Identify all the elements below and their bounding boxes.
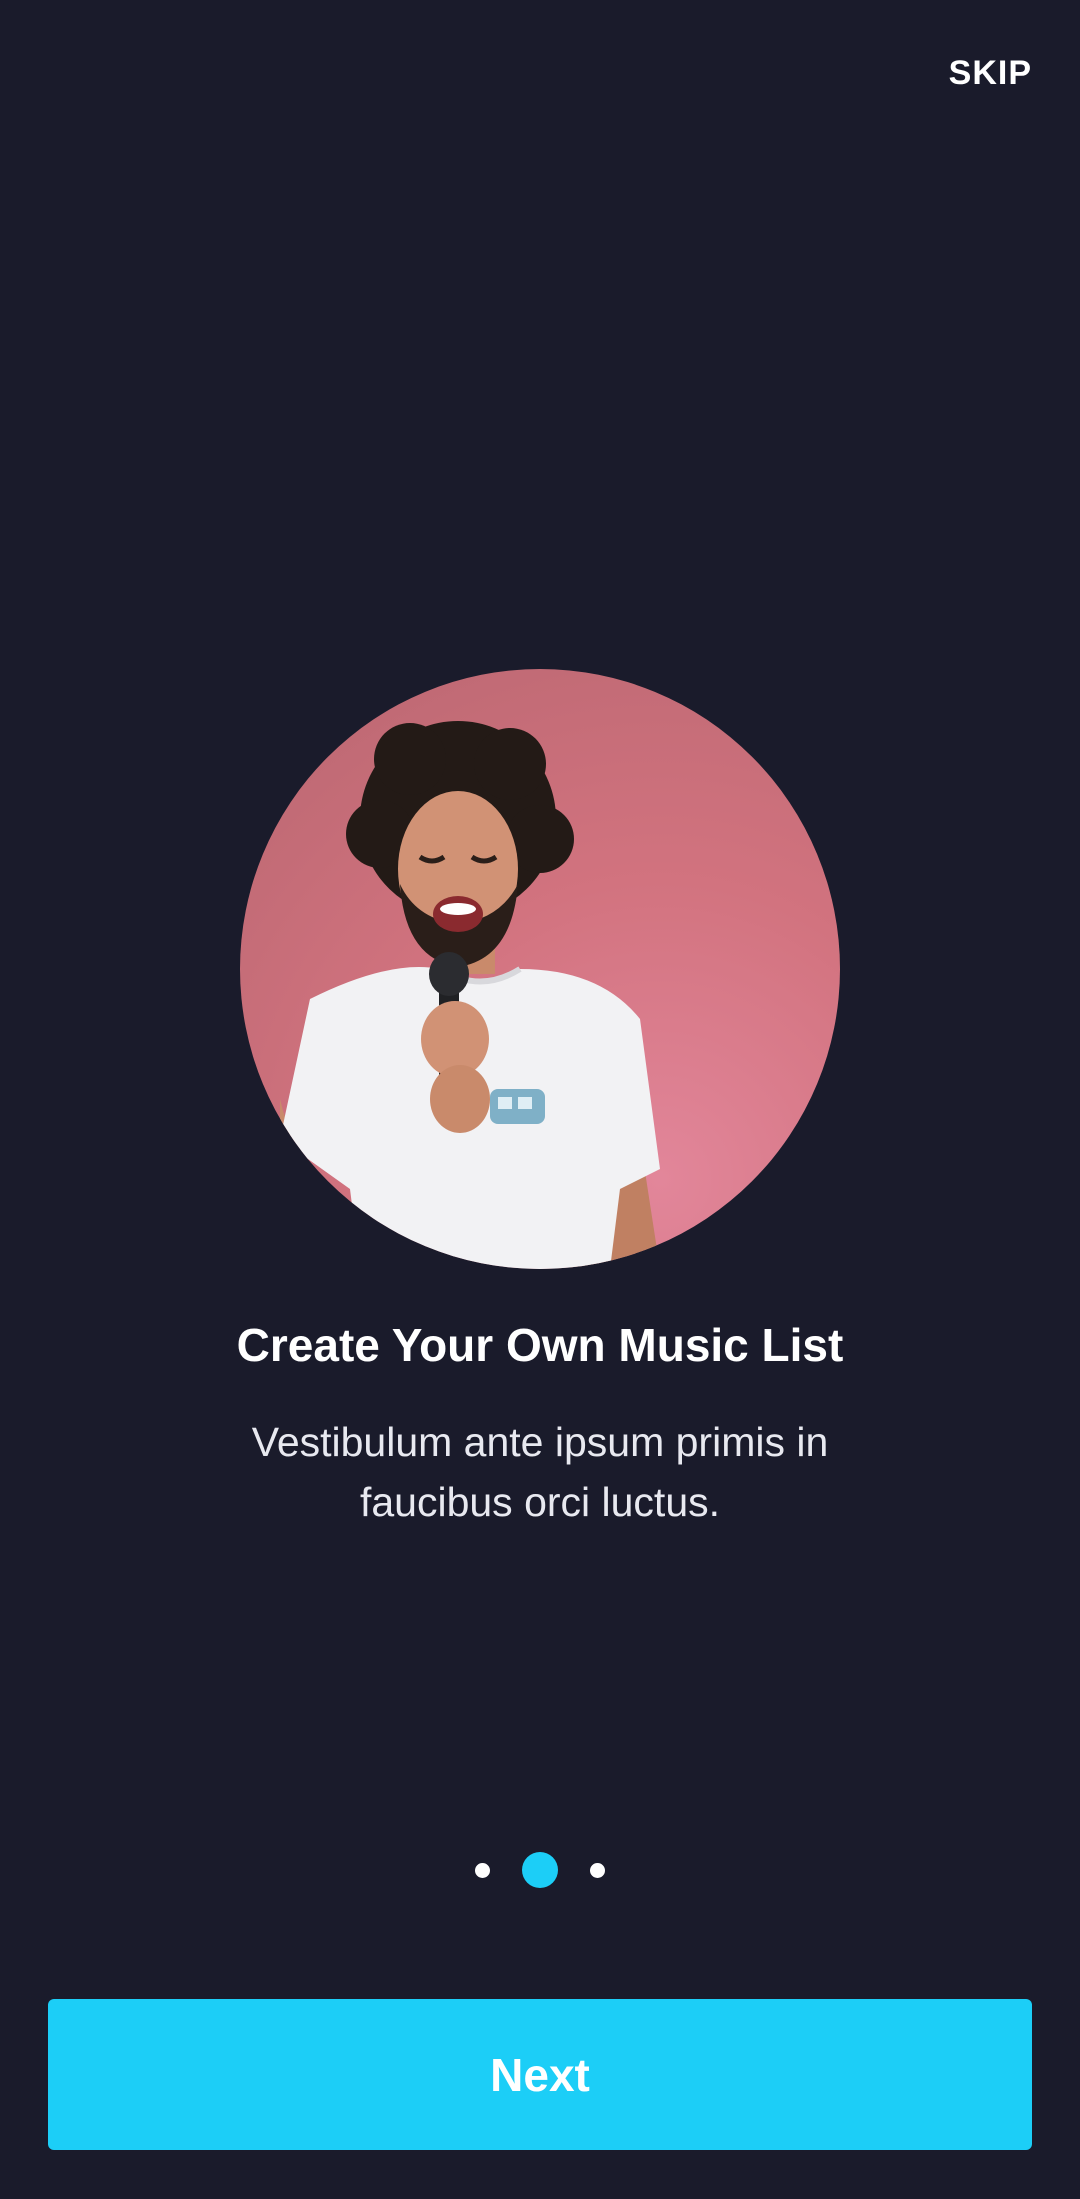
page-dot[interactable] [590, 1862, 605, 1878]
page-dot-active[interactable] [522, 1852, 558, 1888]
skip-button[interactable]: SKIP [949, 54, 1032, 93]
onboarding-description: Vestibulum ante ipsum primis in faucibus… [251, 1419, 829, 1525]
page-indicator [0, 1850, 1080, 1890]
onboarding-title: Create Your Own Music List [236, 1319, 844, 1371]
next-button[interactable]: Next [48, 1999, 1032, 2150]
onboarding-screen: SKIP Create Your Own Music List Vestibul… [0, 0, 1080, 2199]
singer-photo [240, 669, 840, 1269]
singer-illustration [280, 721, 660, 1269]
page-dot[interactable] [475, 1862, 490, 1878]
